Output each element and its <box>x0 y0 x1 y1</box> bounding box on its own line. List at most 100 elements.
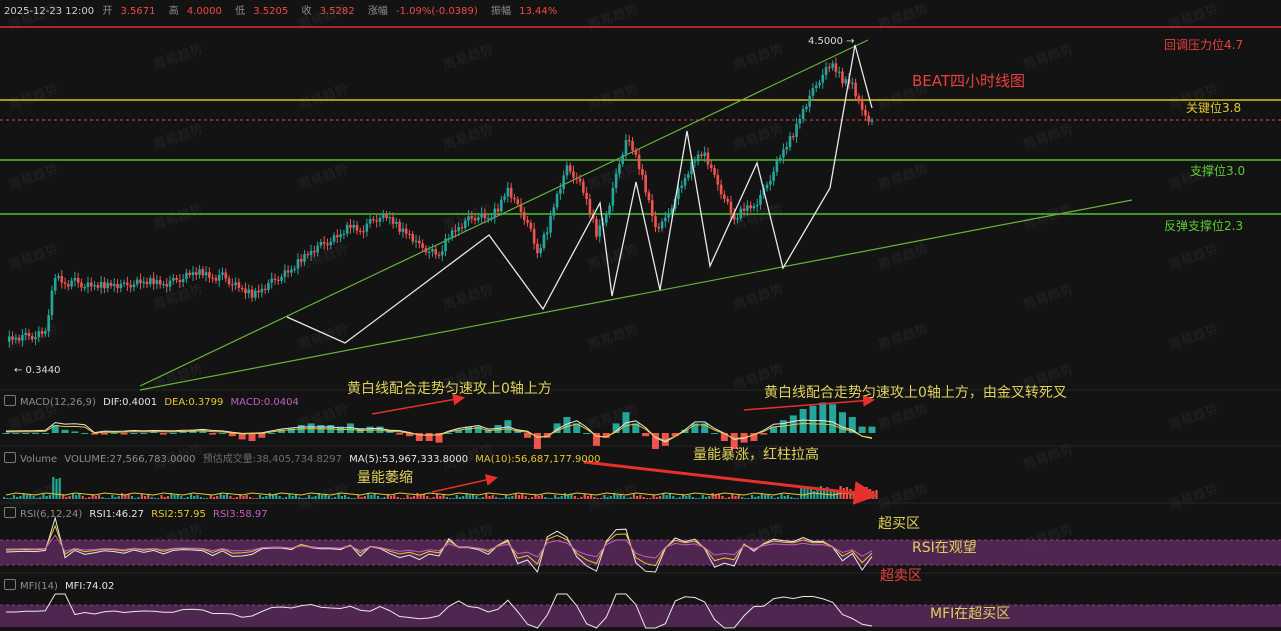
volume-bar <box>45 496 48 499</box>
candle-body <box>119 283 123 289</box>
volume-bar <box>94 496 97 499</box>
candle-body <box>463 220 467 229</box>
candle-body <box>424 247 428 253</box>
candle-body <box>286 270 290 273</box>
volume-estimate: 预估成交量:38,405,734.8297 <box>202 454 342 465</box>
candle-body <box>532 228 536 244</box>
volume-bar <box>311 497 314 499</box>
watermark-text: 周易趋势 <box>296 161 350 194</box>
candle-body <box>86 282 90 288</box>
collapse-icon[interactable] <box>4 452 16 463</box>
candle-body <box>742 208 746 211</box>
macd-histogram-bar <box>140 433 148 434</box>
volume-bar <box>143 496 147 499</box>
candle-body <box>683 177 687 186</box>
rsi1-value: RSI1:46.27 <box>89 509 145 520</box>
volume-bar <box>252 498 255 499</box>
volume-bar <box>278 496 281 499</box>
mfi-header: MFI(14) MFI:74.02 <box>4 579 118 592</box>
volume-bar <box>583 494 586 499</box>
candle-body <box>165 284 169 287</box>
candle-body <box>713 168 716 175</box>
volume-bar <box>783 496 786 499</box>
volume-bar <box>586 496 590 499</box>
candle-body <box>204 272 208 276</box>
high-label: 高 <box>168 6 179 17</box>
macd-histogram-bar <box>120 433 128 435</box>
candle-body <box>329 241 333 246</box>
watermark-text: 周易趋势 <box>1166 321 1220 354</box>
mfi-status-label: MFI在超买区 <box>930 606 1011 622</box>
candle-body <box>135 279 139 285</box>
candle-body <box>171 277 175 281</box>
watermark-text: 周易趋势 <box>876 481 930 514</box>
volume-bar <box>468 495 471 499</box>
candle-body <box>746 205 749 211</box>
volume-bar <box>62 495 65 499</box>
volume-bar <box>321 495 324 499</box>
candle-body <box>480 213 483 218</box>
volume-bar <box>481 497 484 499</box>
watermark-text: 周易趋势 <box>586 1 640 34</box>
candle-body <box>24 332 27 336</box>
candle-body <box>231 284 234 286</box>
candle-body <box>575 177 579 179</box>
close-label: 收 <box>301 6 312 17</box>
candle-body <box>667 213 670 218</box>
candle-body <box>30 336 34 340</box>
macd-note-left: 黄白线配合走势匀速攻上0轴上方 <box>347 381 552 397</box>
volume-bar <box>540 495 544 499</box>
volume-bar <box>16 497 19 499</box>
candle-body <box>276 279 280 281</box>
candle-body <box>611 187 615 206</box>
macd-histogram-bar <box>209 433 217 435</box>
candle-body <box>641 169 644 175</box>
volume-bar <box>222 495 225 499</box>
amplitude-value: 13.44% <box>519 6 558 17</box>
candle-body <box>595 218 598 237</box>
volume-bar <box>580 497 583 499</box>
candle-body <box>486 217 490 220</box>
chart-title: BEAT四小时线图 <box>912 72 1026 90</box>
candle-body <box>67 284 70 287</box>
candle-body <box>608 205 611 215</box>
macd-histogram-bar <box>858 426 866 433</box>
close-value: 3.5282 <box>319 6 355 17</box>
candle-body <box>644 174 647 193</box>
candle-body <box>316 245 319 253</box>
macd-histogram-bar <box>12 433 20 434</box>
volume-bar <box>773 498 776 499</box>
collapse-icon[interactable] <box>4 395 16 406</box>
macd-histogram-bar <box>71 431 79 433</box>
candle-body <box>14 337 18 340</box>
candle-body <box>460 227 464 229</box>
collapse-icon[interactable] <box>4 579 16 590</box>
candle-body <box>319 242 323 246</box>
volume-bar <box>495 497 498 499</box>
volume-bar <box>790 497 793 499</box>
volume-bar <box>271 495 275 499</box>
macd-histogram-bar <box>760 433 768 435</box>
volume-bar <box>134 498 137 499</box>
volume-bar <box>232 498 235 499</box>
watermark-text: 周易趋势 <box>586 241 640 274</box>
high-value: 4.0000 <box>186 6 222 17</box>
volume-bar <box>658 496 662 499</box>
volume-bar <box>875 490 878 499</box>
macd-histogram-bar <box>81 433 89 434</box>
candle-body <box>299 259 303 262</box>
candle-body <box>250 289 254 298</box>
volume-bar <box>498 498 501 499</box>
volume-name: Volume <box>20 454 58 465</box>
candle-body <box>440 251 444 256</box>
macd-histogram-bar <box>396 433 404 435</box>
candle-body <box>254 290 257 298</box>
volume-bar <box>130 496 134 499</box>
volume-bar <box>622 496 626 499</box>
candle-body <box>582 181 585 193</box>
candle-body <box>44 331 47 334</box>
volume-bar <box>616 495 619 499</box>
volume-bar <box>380 498 383 499</box>
collapse-icon[interactable] <box>4 507 16 518</box>
candle-body <box>50 290 54 316</box>
